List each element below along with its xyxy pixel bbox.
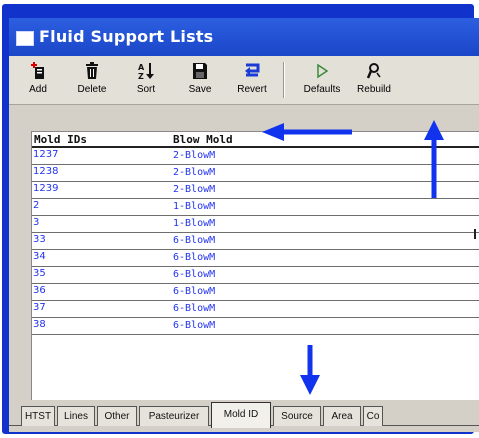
blow-mold-cell[interactable]: 2-BlowM [173, 150, 215, 161]
sort-button[interactable]: AZ Sort [121, 59, 171, 101]
tab-mold-id[interactable]: Mold ID [211, 402, 271, 428]
revert-icon [227, 61, 277, 83]
table-row[interactable]: 33 6-BlowM [32, 233, 479, 250]
table-row[interactable]: 38 6-BlowM [32, 318, 479, 335]
svg-text:A: A [138, 63, 145, 72]
defaults-button[interactable]: Defaults [297, 59, 347, 101]
save-label: Save [188, 84, 212, 95]
toolbar-separator [283, 62, 285, 98]
table-row[interactable]: 34 6-BlowM [32, 250, 479, 267]
delete-label: Delete [77, 84, 107, 95]
window-title: Fluid Support Lists [39, 27, 214, 46]
tab-source[interactable]: Source [273, 406, 321, 426]
save-button[interactable]: Save [175, 59, 225, 101]
mold-id-cell[interactable]: 1237 [33, 149, 58, 160]
mold-table: Mold IDs Blow Mold 1237 2-BlowM 1238 2-B… [31, 131, 479, 401]
mold-id-cell[interactable]: 36 [33, 285, 46, 296]
blow-mold-cell[interactable]: 6-BlowM [173, 269, 215, 280]
rebuild-label: Rebuild [357, 84, 391, 95]
up-arrow-annotation [424, 120, 444, 198]
blow-mold-cell[interactable]: 6-BlowM [173, 320, 215, 331]
mold-id-cell[interactable]: 34 [33, 251, 46, 262]
tab-lines[interactable]: Lines [57, 406, 95, 426]
sort-label: Sort [136, 84, 156, 95]
window-icon [16, 31, 34, 46]
title-bar[interactable]: Fluid Support Lists [9, 18, 479, 56]
blow-mold-cell[interactable]: 6-BlowM [173, 252, 215, 263]
blow-mold-cell[interactable]: 1-BlowM [173, 201, 215, 212]
defaults-label: Defaults [303, 84, 341, 95]
blow-mold-cell[interactable]: 6-BlowM [173, 235, 215, 246]
blow-mold-cell[interactable]: 6-BlowM [173, 286, 215, 297]
tab-pasteurizer[interactable]: Pasteurizer [139, 406, 209, 426]
table-header: Mold IDs Blow Mold [32, 132, 479, 148]
mold-id-cell[interactable]: 37 [33, 302, 46, 313]
add-icon [13, 61, 63, 83]
table-row[interactable]: 37 6-BlowM [32, 301, 479, 318]
mold-id-cell[interactable]: 2 [33, 200, 39, 211]
mold-id-cell[interactable]: 3 [33, 217, 39, 228]
tab-other[interactable]: Other [97, 406, 137, 426]
table-row[interactable]: 2 1-BlowM [32, 199, 479, 216]
table-row[interactable]: 36 6-BlowM [32, 284, 479, 301]
blow-mold-cell[interactable]: 2-BlowM [173, 167, 215, 178]
table-row[interactable]: 1239 2-BlowM [32, 182, 479, 199]
sort-az-icon: AZ [121, 61, 171, 83]
save-icon [175, 61, 225, 83]
table-row[interactable]: 1237 2-BlowM [32, 148, 479, 165]
left-arrow-annotation [262, 123, 352, 141]
mold-id-cell[interactable]: 38 [33, 319, 46, 330]
toolbar: Add Delete AZ Sort Save Revert Defaults … [9, 56, 479, 105]
tab-co[interactable]: Co [363, 406, 383, 426]
tab-area[interactable]: Area [323, 406, 361, 426]
trash-icon [67, 61, 117, 83]
add-label: Add [29, 84, 47, 95]
table-row[interactable]: 3 1-BlowM [32, 216, 479, 233]
fluid-support-lists-window: Fluid Support Lists Add Delete AZ Sort S… [9, 18, 479, 432]
rebuild-icon [349, 61, 399, 83]
blow-mold-cell[interactable]: 1-BlowM [173, 218, 215, 229]
mold-id-cell[interactable]: 33 [33, 234, 46, 245]
column-header-mold-ids[interactable]: Mold IDs [34, 133, 87, 146]
cursor-mark [474, 229, 476, 239]
revert-button[interactable]: Revert [227, 59, 277, 101]
blow-mold-cell[interactable]: 2-BlowM [173, 184, 215, 195]
mold-id-cell[interactable]: 1238 [33, 166, 58, 177]
svg-text:Z: Z [138, 72, 144, 81]
add-button[interactable]: Add [13, 59, 63, 101]
down-arrow-annotation [300, 345, 320, 395]
blow-mold-cell[interactable]: 6-BlowM [173, 303, 215, 314]
tab-htst[interactable]: HTST [21, 406, 55, 426]
rebuild-button[interactable]: Rebuild [349, 59, 399, 101]
table-row[interactable]: 35 6-BlowM [32, 267, 479, 284]
tab-strip: HTST Lines Other Pasteurizer Mold ID Sou… [9, 400, 479, 432]
column-header-blow-mold[interactable]: Blow Mold [173, 133, 233, 146]
table-row[interactable]: 1238 2-BlowM [32, 165, 479, 182]
mold-id-cell[interactable]: 35 [33, 268, 46, 279]
mold-id-cell[interactable]: 1239 [33, 183, 58, 194]
revert-label: Revert [237, 84, 267, 95]
delete-button[interactable]: Delete [67, 59, 117, 101]
play-icon [297, 61, 347, 83]
